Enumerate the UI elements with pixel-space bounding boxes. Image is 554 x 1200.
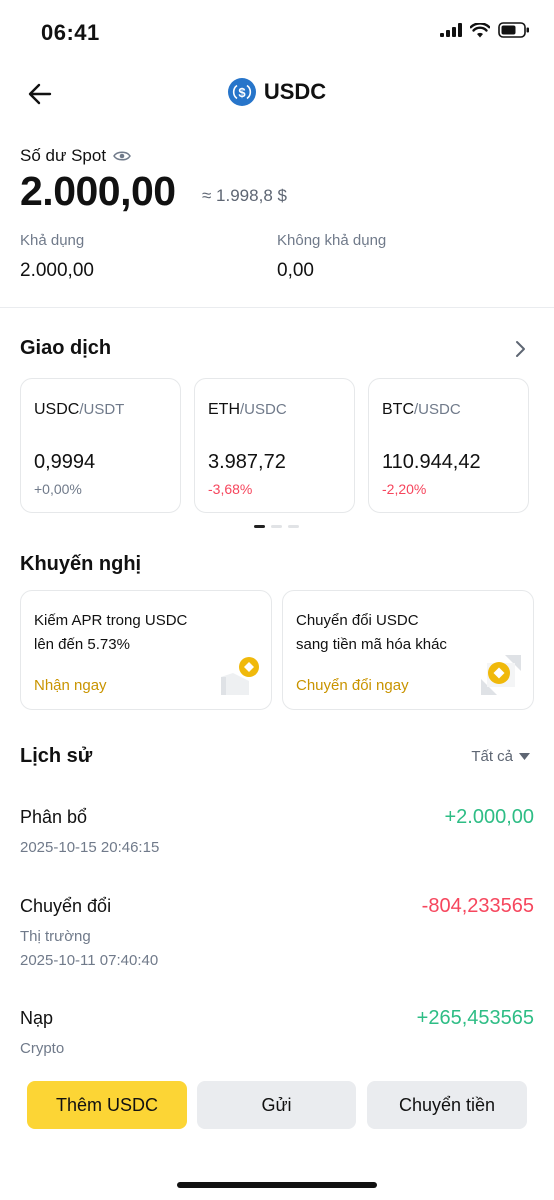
recommend-section-title: Khuyến nghị bbox=[20, 553, 142, 575]
history-item-amount: -804,233565 bbox=[421, 895, 534, 917]
pair-change: +0,00% bbox=[34, 481, 82, 497]
unavailable-label: Không khả dụng bbox=[277, 232, 387, 249]
home-indicator[interactable] bbox=[177, 1182, 377, 1188]
signal-icon bbox=[440, 23, 462, 37]
spot-balance-label: Số dư Spot bbox=[20, 146, 131, 166]
section-divider bbox=[0, 307, 554, 308]
page-header: $ USDC bbox=[0, 78, 554, 106]
recommend-cta[interactable]: Nhận ngay bbox=[34, 677, 107, 694]
caret-down-icon bbox=[519, 753, 530, 760]
trade-section-title: Giao dịch bbox=[20, 337, 112, 359]
chevron-right-icon[interactable] bbox=[512, 339, 528, 359]
pair-price: 110.944,42 bbox=[382, 451, 481, 473]
trade-pair-card[interactable]: USDC/USDT 0,9994 +0,00% bbox=[20, 378, 181, 513]
history-item-amount: +265,453565 bbox=[416, 1007, 534, 1029]
history-item-time: 2025-10-15 20:46:15 bbox=[20, 839, 160, 856]
pair-name: ETH/USDC bbox=[208, 401, 287, 419]
status-icons bbox=[440, 22, 530, 38]
status-time: 06:41 bbox=[41, 20, 100, 45]
svg-text:$: $ bbox=[238, 85, 246, 100]
battery-icon bbox=[498, 22, 529, 38]
pair-base: BTC bbox=[382, 401, 414, 418]
earn-recommend-card[interactable]: Kiếm APR trong USDC lên đến 5.73% Nhận n… bbox=[20, 590, 272, 710]
pair-quote: /USDT bbox=[79, 401, 125, 418]
convert-recommend-card[interactable]: Chuyển đổi USDC sang tiền mã hóa khác Ch… bbox=[282, 590, 534, 710]
transfer-button[interactable]: Chuyển tiền bbox=[367, 1081, 527, 1129]
pair-base: USDC bbox=[34, 401, 80, 418]
usdc-logo-icon: $ bbox=[227, 78, 256, 106]
recommend-text: Chuyển đổi USDC sang tiền mã hóa khác bbox=[296, 612, 447, 653]
pair-change: -3,68% bbox=[208, 481, 253, 497]
spot-balance-amount: 2.000,00 bbox=[20, 168, 176, 214]
pair-price: 3.987,72 bbox=[208, 451, 286, 473]
wifi-icon bbox=[470, 22, 490, 37]
spot-balance-approx: ≈ 1.998,8 $ bbox=[202, 186, 287, 205]
add-usdc-button[interactable]: Thêm USDC bbox=[27, 1081, 187, 1129]
trade-pair-card[interactable]: BTC/USDC 110.944,42 -2,20% bbox=[368, 378, 529, 513]
history-filter-dropdown[interactable]: Tất cả bbox=[471, 748, 530, 765]
available-label: Khả dụng bbox=[20, 232, 85, 249]
history-item-title: Phân bổ bbox=[20, 807, 88, 827]
convert-coin-icon bbox=[481, 655, 521, 695]
page-title: USDC bbox=[263, 79, 327, 104]
spot-balance-label-text: Số dư Spot bbox=[20, 146, 107, 165]
history-item-time: 2025-10-11 07:40:40 bbox=[20, 952, 159, 969]
history-item-type: Thị trường bbox=[20, 928, 91, 945]
history-section-title: Lịch sử bbox=[20, 745, 93, 767]
pair-quote: /USDC bbox=[240, 401, 287, 418]
available-value: 2.000,00 bbox=[20, 260, 94, 281]
unavailable-value: 0,00 bbox=[277, 260, 314, 281]
pager-dot bbox=[288, 525, 299, 528]
pair-name: USDC/USDT bbox=[34, 401, 124, 419]
history-item-amount: +2.000,00 bbox=[444, 806, 534, 828]
pair-name: BTC/USDC bbox=[382, 401, 461, 419]
earn-coin-icon bbox=[221, 657, 259, 695]
eye-icon[interactable] bbox=[113, 150, 131, 162]
pager-dot bbox=[254, 525, 265, 528]
pair-base: ETH bbox=[208, 401, 240, 418]
history-item-title: Nạp bbox=[20, 1008, 54, 1028]
recommend-cta[interactable]: Chuyển đổi ngay bbox=[296, 677, 409, 694]
send-button[interactable]: Gửi bbox=[197, 1081, 356, 1129]
pair-change: -2,20% bbox=[382, 481, 427, 497]
trade-pair-card[interactable]: ETH/USDC 3.987,72 -3,68% bbox=[194, 378, 355, 513]
pair-quote: /USDC bbox=[414, 401, 461, 418]
carousel-pager bbox=[254, 525, 299, 528]
history-filter-label: Tất cả bbox=[471, 748, 513, 765]
pager-dot bbox=[271, 525, 282, 528]
pair-price: 0,9994 bbox=[34, 451, 96, 473]
history-item-type: Crypto bbox=[20, 1040, 65, 1057]
recommend-text: Kiếm APR trong USDC lên đến 5.73% bbox=[34, 612, 188, 653]
history-item-title: Chuyển đổi bbox=[20, 896, 112, 916]
